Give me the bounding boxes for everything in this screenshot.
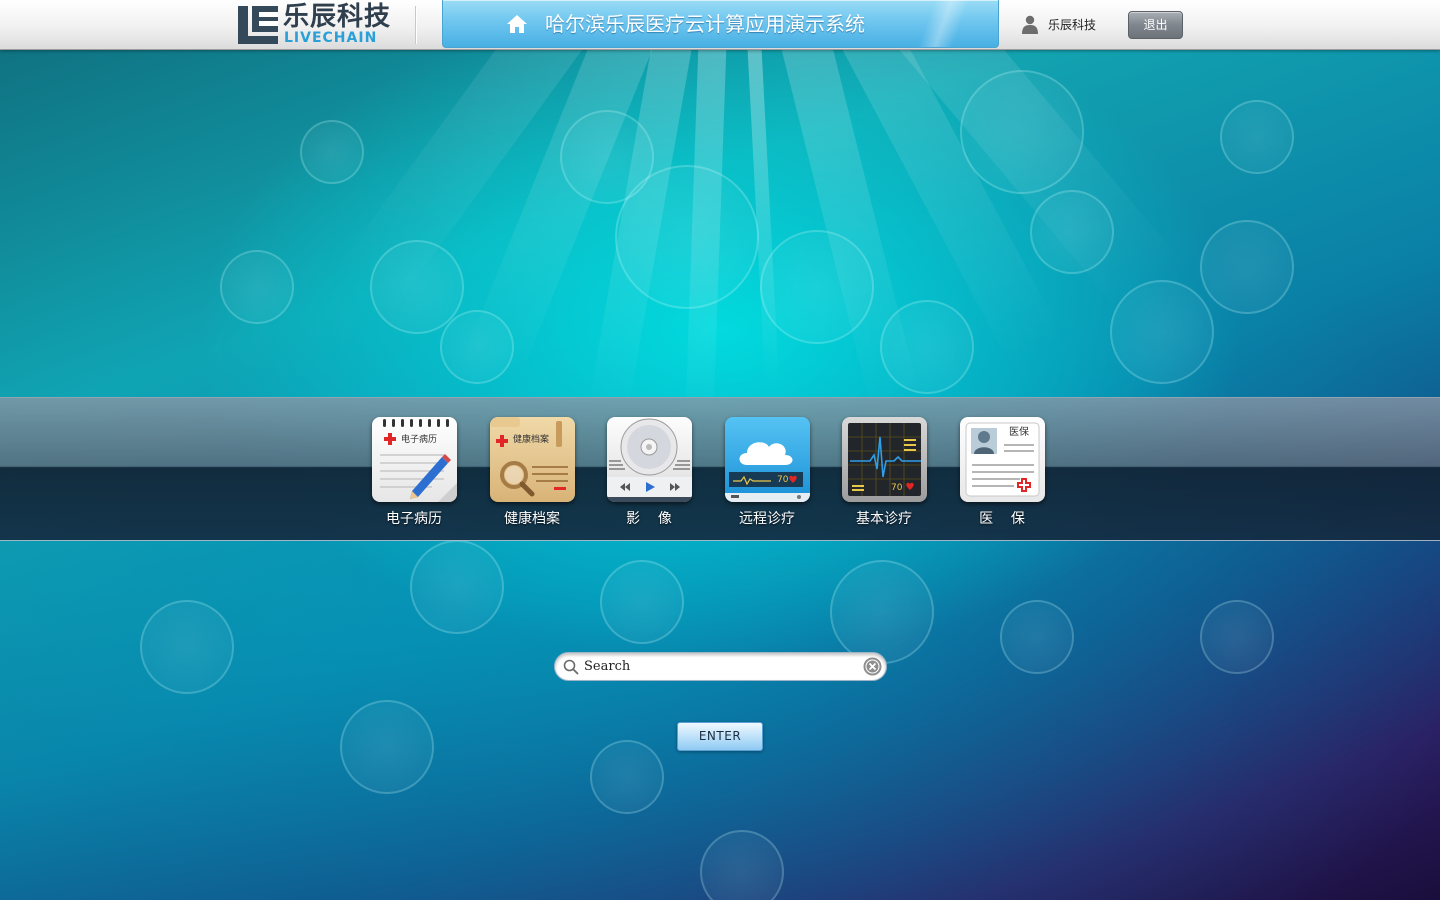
top-bar: 乐辰科技 LIVECHAIN 哈尔滨乐辰医疗云计算应用演示系统 乐辰科技 退出 <box>0 0 1440 50</box>
search-icon <box>563 659 579 675</box>
app-label: 医 保 <box>979 511 1025 527</box>
company-logo: 乐辰科技 LIVECHAIN <box>238 2 392 46</box>
app-label: 远程诊疗 <box>739 511 795 527</box>
tile-text: 电子病历 <box>401 435 438 445</box>
user-icon <box>1022 15 1038 34</box>
user-name: 乐辰科技 <box>1048 18 1097 32</box>
notebook-pen-icon: 电子病历 <box>372 417 457 502</box>
disc-player-icon <box>607 417 692 502</box>
system-title: 哈尔滨乐辰医疗云计算应用演示系统 <box>545 12 865 36</box>
app-basic-diagnosis[interactable]: 70 基本诊疗 <box>834 417 934 531</box>
app-remote-diagnosis[interactable]: 70 远程诊疗 <box>717 417 817 531</box>
logo-text-en: LIVECHAIN <box>284 30 378 46</box>
search-input[interactable] <box>584 656 854 677</box>
folder-magnifier-icon: 健康档案 <box>490 417 575 502</box>
tile-text: 医保 <box>1009 427 1029 438</box>
app-label: 健康档案 <box>504 511 560 527</box>
logo-text-cn: 乐辰科技 <box>283 2 392 32</box>
app-health-record[interactable]: 健康档案 健康档案 <box>482 417 582 531</box>
monitor-reading: 70 <box>891 483 903 493</box>
header-divider <box>415 6 417 44</box>
app-electronic-medical-record[interactable]: 电子病历 电子病历 <box>364 417 464 531</box>
home-icon[interactable] <box>506 14 528 34</box>
search-box <box>554 652 887 681</box>
tile-text: 健康档案 <box>513 435 550 445</box>
app-label: 基本诊疗 <box>856 511 912 527</box>
app-image[interactable]: 影 像 <box>599 417 699 531</box>
logo-mark-icon <box>238 6 278 44</box>
app-label: 电子病历 <box>386 511 442 527</box>
insurance-card-icon: 医保 <box>960 417 1045 502</box>
enter-button[interactable]: ENTER <box>677 722 763 751</box>
app-medical-insurance[interactable]: 医保 医 保 <box>952 417 1052 531</box>
cloud-monitor-icon: 70 <box>725 417 810 502</box>
app-label: 影 像 <box>626 511 672 527</box>
title-panel: 哈尔滨乐辰医疗云计算应用演示系统 <box>442 0 999 48</box>
clear-search-icon[interactable] <box>863 657 882 676</box>
monitor-reading: 70 <box>777 475 789 485</box>
ecg-monitor-icon: 70 <box>842 417 927 502</box>
logout-button[interactable]: 退出 <box>1128 11 1183 39</box>
